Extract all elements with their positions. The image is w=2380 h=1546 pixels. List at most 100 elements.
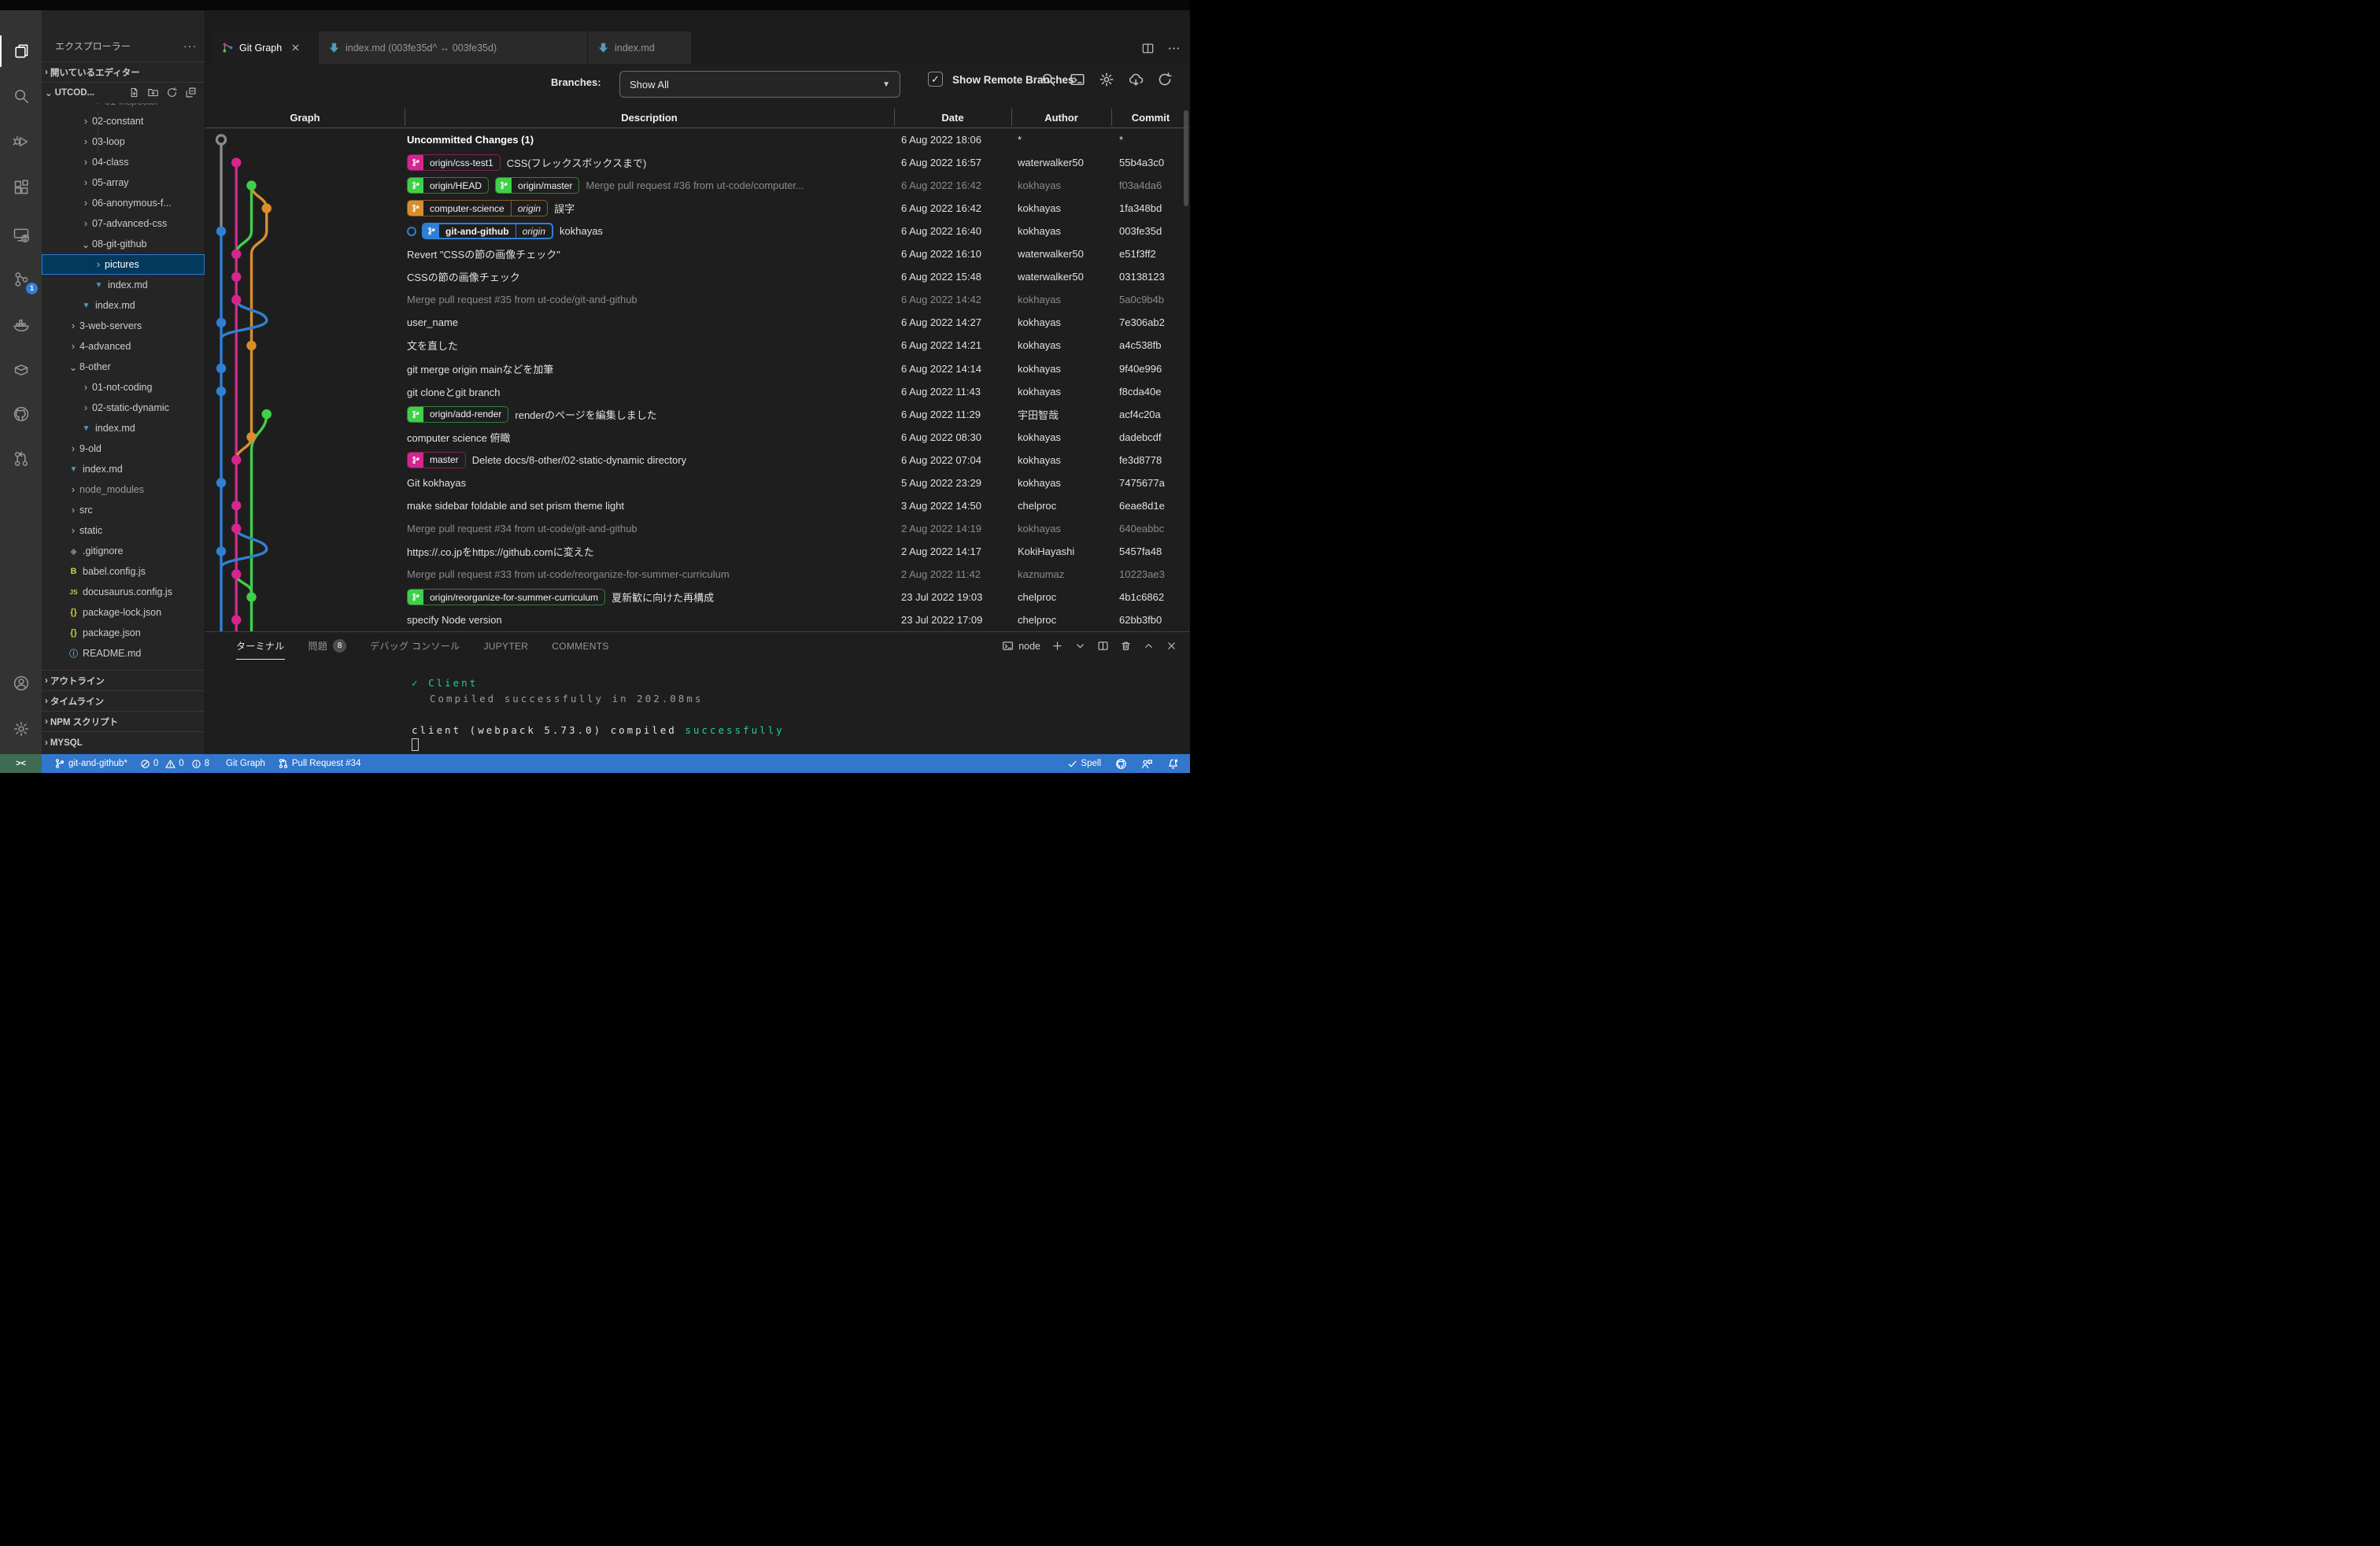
remote-indicator[interactable]: >< xyxy=(0,754,42,773)
tree-item-index-md[interactable]: ▼index.md xyxy=(42,275,205,295)
split-editor-button[interactable] xyxy=(1141,42,1155,55)
activity-item-docker[interactable] xyxy=(0,309,42,340)
refresh-button[interactable] xyxy=(166,87,178,98)
panel-tab-1[interactable]: ターミナル xyxy=(236,632,285,660)
tree-item-docusaurus-config-js[interactable]: JSdocusaurus.config.js xyxy=(42,582,205,602)
panel-tab-2[interactable]: 問題8 xyxy=(309,632,347,660)
commit-row-14[interactable]: computer science 俯瞰6 Aug 2022 08:30kokha… xyxy=(205,426,1190,449)
commit-row-11[interactable]: git merge origin mainなどを加筆6 Aug 2022 14:… xyxy=(205,357,1190,380)
branch-tag-git-and-github[interactable]: git-and-githuborigin xyxy=(422,223,553,239)
branch-tag-origin-reorganize-for-summer-curriculum[interactable]: origin/reorganize-for-summer-curriculum xyxy=(407,589,605,605)
section-project[interactable]: ⌄ UTCOD... xyxy=(42,82,205,102)
new-folder-button[interactable] xyxy=(147,87,159,98)
branch-tag-origin-css-test1[interactable]: origin/css-test1 xyxy=(407,154,501,171)
status-git-graph[interactable]: Git Graph xyxy=(226,759,265,768)
tree-item-02-constant[interactable]: ›02-constant xyxy=(42,111,205,131)
panel-tab-4[interactable]: JUPYTER xyxy=(483,632,528,660)
tree-item-src[interactable]: ›src xyxy=(42,500,205,520)
collapse-all-button[interactable] xyxy=(185,87,197,98)
branch-tag-master[interactable]: master xyxy=(407,452,466,468)
status-branch[interactable]: git-and-github* xyxy=(54,758,128,769)
tree-item-index-md[interactable]: ▼index.md xyxy=(42,459,205,479)
split-editor-button[interactable] xyxy=(1097,640,1109,652)
activity-item-extensions[interactable] xyxy=(0,172,42,203)
activity-item-settings[interactable] xyxy=(0,713,42,745)
branch-tag-origin-master[interactable]: origin/master xyxy=(495,177,579,194)
tree-item-static[interactable]: ›static xyxy=(42,520,205,541)
activity-item-source-control[interactable]: 1 xyxy=(0,264,42,295)
commit-row-9[interactable]: user_name6 Aug 2022 14:27kokhayas7e306ab… xyxy=(205,311,1190,334)
branch-tag-origin-head[interactable]: origin/HEAD xyxy=(407,177,489,194)
status-bell-dot[interactable] xyxy=(1167,758,1179,770)
commit-row-13[interactable]: origin/add-renderrenderのページを編集しました6 Aug … xyxy=(205,403,1190,426)
editor-tab-3[interactable]: index.md xyxy=(588,31,692,64)
tab-close-button[interactable] xyxy=(290,43,301,53)
tree-item--gitignore[interactable]: ◆.gitignore xyxy=(42,541,205,561)
status-feedback[interactable] xyxy=(1141,758,1153,770)
commit-row-12[interactable]: git cloneとgit branch6 Aug 2022 11:43kokh… xyxy=(205,380,1190,403)
tree-item-06-anonymous-f-[interactable]: ›06-anonymous-f... xyxy=(42,193,205,213)
status-problems[interactable]: 008 xyxy=(140,759,213,769)
commit-row-15[interactable]: masterDelete docs/8-other/02-static-dyna… xyxy=(205,449,1190,472)
tree-item-package-lock-json[interactable]: {}package-lock.json xyxy=(42,602,205,623)
tree-item-babel-config-js[interactable]: Bbabel.config.js xyxy=(42,561,205,582)
commit-row-8[interactable]: Merge pull request #35 from ut-code/git-… xyxy=(205,288,1190,311)
commit-row-1[interactable]: Uncommitted Changes (1)6 Aug 2022 18:06*… xyxy=(205,128,1190,151)
tree-item-01-not-coding[interactable]: ›01-not-coding xyxy=(42,377,205,398)
tree-item-readme-md[interactable]: ⓘREADME.md xyxy=(42,643,205,664)
scrollbar-thumb[interactable] xyxy=(1184,110,1188,206)
more-button[interactable] xyxy=(1167,42,1181,55)
tree-item-8-other[interactable]: ⌄8-other xyxy=(42,357,205,377)
tree-item-05-array[interactable]: ›05-array xyxy=(42,172,205,193)
commit-row-20[interactable]: Merge pull request #33 from ut-code/reor… xyxy=(205,563,1190,586)
status-spell[interactable]: Spell xyxy=(1067,759,1101,769)
search-button[interactable] xyxy=(1040,72,1056,87)
tree-item-08-git-github[interactable]: ⌄08-git-github xyxy=(42,234,205,254)
tree-item-02-static-dynamic[interactable]: ›02-static-dynamic xyxy=(42,398,205,418)
section-timeline[interactable]: ›タイムライン xyxy=(42,690,205,711)
tree-item-pictures[interactable]: ›pictures xyxy=(42,254,205,275)
commit-row-2[interactable]: origin/css-test1CSS(フレックスボックスまで)6 Aug 20… xyxy=(205,151,1190,174)
editor-tab-1[interactable]: Git Graph xyxy=(213,31,319,64)
gear-button[interactable] xyxy=(1099,72,1114,87)
tree-item-03-loop[interactable]: ›03-loop xyxy=(42,131,205,152)
commit-row-7[interactable]: CSSの節の画像チェック6 Aug 2022 15:48waterwalker5… xyxy=(205,265,1190,288)
panel-tab-3[interactable]: デバッグ コンソール xyxy=(370,632,460,660)
tree-item-index-md[interactable]: ▼index.md xyxy=(42,418,205,438)
chevron-down-button[interactable] xyxy=(1074,640,1086,652)
tree-item-4-advanced[interactable]: ›4-advanced xyxy=(42,336,205,357)
activity-item-explorer[interactable] xyxy=(0,35,42,67)
plus-button[interactable] xyxy=(1051,640,1063,652)
close-button[interactable] xyxy=(1166,640,1177,652)
cloud-download-button[interactable] xyxy=(1128,72,1144,87)
status-octocat[interactable] xyxy=(1115,758,1127,770)
activity-item-run-debug[interactable] xyxy=(0,126,42,157)
commit-row-22[interactable]: specify Node version23 Jul 2022 17:09che… xyxy=(205,608,1190,631)
activity-item-github-pull-requests[interactable] xyxy=(0,443,42,475)
refresh-button[interactable] xyxy=(1157,72,1173,87)
section-npm-scripts[interactable]: ›NPM スクリプト xyxy=(42,711,205,731)
commit-row-3[interactable]: origin/HEADorigin/masterMerge pull reque… xyxy=(205,174,1190,197)
tree-item-index-md[interactable]: ▼index.md xyxy=(42,295,205,316)
section-mysql[interactable]: ›MYSQL xyxy=(42,731,205,754)
tree-item-07-advanced-css[interactable]: ›07-advanced-css xyxy=(42,213,205,234)
tree-item-3-web-servers[interactable]: ›3-web-servers xyxy=(42,316,205,336)
trash-button[interactable] xyxy=(1120,640,1132,652)
commit-row-16[interactable]: Git kokhayas5 Aug 2022 23:29kokhayas7475… xyxy=(205,472,1190,494)
commit-row-5[interactable]: git-and-githuboriginkokhayas6 Aug 2022 1… xyxy=(205,220,1190,242)
section-outline[interactable]: ›アウトライン xyxy=(42,670,205,690)
commit-row-21[interactable]: origin/reorganize-for-summer-curriculum夏… xyxy=(205,586,1190,608)
activity-item-containers[interactable] xyxy=(0,354,42,386)
panel-tab-5[interactable]: COMMENTS xyxy=(552,632,608,660)
branch-tag-computer-science[interactable]: computer-scienceorigin xyxy=(407,200,548,216)
chevron-up-button[interactable] xyxy=(1143,640,1155,652)
terminal-shell-selector[interactable]: node xyxy=(1002,640,1040,652)
commit-row-4[interactable]: computer-scienceorigin誤字6 Aug 2022 16:42… xyxy=(205,197,1190,220)
commit-row-18[interactable]: Merge pull request #34 from ut-code/git-… xyxy=(205,517,1190,540)
show-remote-branches-checkbox[interactable]: ✓ xyxy=(928,72,943,87)
activity-item-remote-explorer[interactable] xyxy=(0,219,42,250)
new-file-button[interactable] xyxy=(128,87,140,98)
activity-item-accounts[interactable] xyxy=(0,668,42,699)
commit-row-6[interactable]: Revert "CSSの節の画像チェック"6 Aug 2022 16:10wat… xyxy=(205,242,1190,265)
editor-tab-2[interactable]: index.md (003fe35d^ ↔ 003fe35d) xyxy=(319,31,588,64)
